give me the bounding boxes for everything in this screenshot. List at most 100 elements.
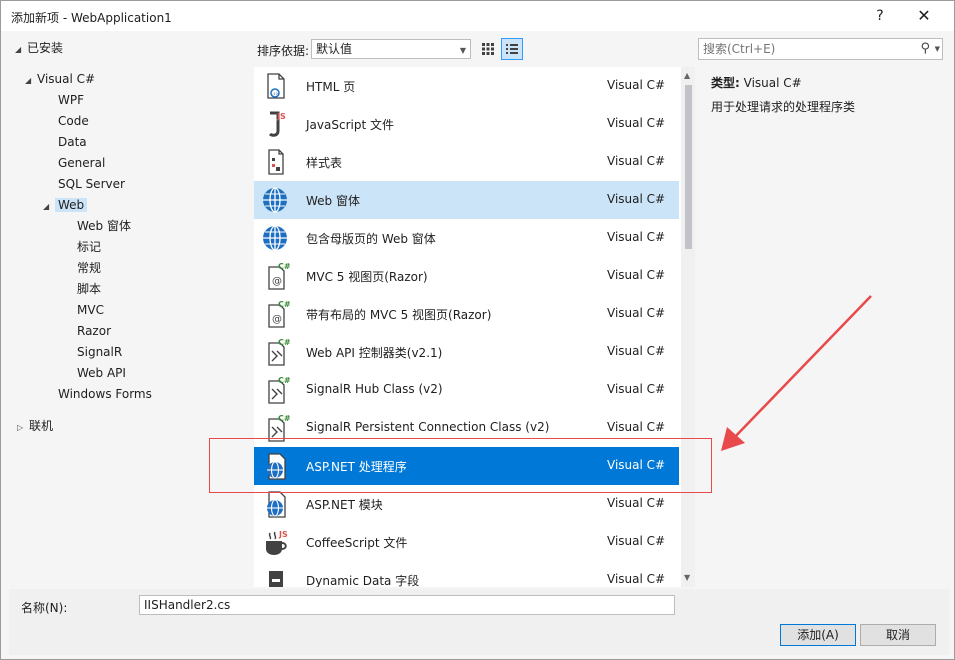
add-new-item-dialog: 添加新项 - WebApplication1 ? ✕ ◢ 已安装 ◢ Visual … (0, 0, 955, 660)
template-item[interactable]: @ C# 带有布局的 MVC 5 视图页(Razor) Visual C# (254, 295, 679, 333)
template-name: MVC 5 视图页(Razor) (306, 270, 428, 284)
template-name: HTML 页 (306, 80, 356, 94)
template-name: 带有布局的 MVC 5 视图页(Razor) (306, 308, 492, 322)
grid-view-icon (482, 43, 494, 55)
search-input[interactable] (699, 39, 899, 59)
tree-node-web-forms[interactable]: Web 窗体 (77, 218, 131, 234)
template-item[interactable]: Dynamic Data 字段 Visual C# (254, 561, 679, 587)
template-item[interactable]: 包含母版页的 Web 窗体 Visual C# (254, 219, 679, 257)
svg-text:C#: C# (278, 300, 290, 309)
search-box[interactable]: ⚲ ▼ (698, 38, 943, 60)
help-button[interactable]: ? (865, 5, 895, 27)
template-name: 包含母版页的 Web 窗体 (306, 232, 436, 246)
svg-text:C#: C# (278, 376, 290, 385)
red-arrow-annotation (721, 295, 872, 451)
template-name: JavaScript 文件 (306, 118, 394, 132)
html-page-icon: ‹› (267, 73, 285, 99)
list-view-button[interactable] (501, 38, 523, 60)
scrollbar-thumb[interactable] (685, 85, 692, 249)
scroll-down-arrow-icon[interactable]: ▼ (684, 573, 690, 582)
close-button[interactable]: ✕ (909, 5, 939, 27)
template-item[interactable]: Web 窗体 Visual C# (254, 181, 679, 219)
template-item[interactable]: JS CoffeeScript 文件 Visual C# (254, 523, 679, 561)
javascript-file-icon: JS (268, 111, 286, 137)
template-language: Visual C# (607, 420, 666, 434)
template-item[interactable]: ‹› HTML 页 Visual C# (254, 67, 679, 105)
svg-text:JS: JS (276, 112, 286, 121)
template-language: Visual C# (607, 496, 666, 510)
tree-node-script[interactable]: 脚本 (77, 281, 101, 297)
dropdown-arrow-icon: ▼ (459, 46, 466, 55)
dialog-title: 添加新项 - WebApplication1 (11, 11, 172, 25)
signalr-hub-icon: C# (268, 376, 290, 404)
template-language: Visual C# (607, 306, 666, 320)
svg-text:JS: JS (278, 530, 288, 539)
template-language: Visual C# (607, 382, 666, 396)
template-name: ASP.NET 模块 (306, 498, 383, 512)
svg-text:@: @ (272, 276, 282, 287)
aspnet-module-icon (267, 491, 286, 518)
tree-node-data[interactable]: Data (58, 134, 87, 150)
svg-text:C#: C# (278, 414, 290, 423)
template-name: SignalR Hub Class (v2) (306, 382, 443, 396)
template-item[interactable]: C# Web API 控制器类(v2.1) Visual C# (254, 333, 679, 371)
tree-node-wpf[interactable]: WPF (58, 92, 84, 108)
tree-node-web[interactable]: ◢ Web (43, 197, 88, 215)
tree-node-mvc[interactable]: MVC (77, 302, 104, 318)
template-language: Visual C# (607, 78, 666, 92)
template-list: ‹› HTML 页 Visual C# JS JavaScript 文件 Vis… (254, 67, 694, 587)
svg-text:C#: C# (278, 338, 290, 347)
template-language: Visual C# (607, 230, 666, 244)
tree-node-code[interactable]: Code (58, 113, 89, 129)
template-name: SignalR Persistent Connection Class (v2) (306, 420, 550, 434)
sort-by-dropdown[interactable]: 默认值 ▼ (311, 39, 471, 59)
list-view-icon (506, 44, 518, 54)
tree-node-installed[interactable]: ◢ 已安装 (15, 40, 63, 58)
template-category-tree: ◢ 已安装 ◢ Visual C# WPF Code Data General SQ… (9, 37, 245, 587)
expanded-triangle-icon[interactable]: ◢ (15, 42, 27, 58)
name-input[interactable]: IISHandler2.cs (139, 595, 675, 615)
svg-text:@: @ (272, 314, 282, 325)
tree-node-general-web[interactable]: 常规 (77, 260, 101, 276)
tree-node-windows-forms[interactable]: Windows Forms (58, 386, 152, 402)
scroll-up-arrow-icon[interactable]: ▲ (684, 71, 690, 80)
coffeescript-file-icon: JS (266, 530, 288, 555)
tree-node-online[interactable]: ▷ 联机 (17, 418, 53, 436)
template-item[interactable]: C# SignalR Hub Class (v2) Visual C# (254, 371, 679, 409)
mvc-layout-view-icon: @ C# (268, 300, 290, 328)
template-item[interactable]: @ C# MVC 5 视图页(Razor) Visual C# (254, 257, 679, 295)
template-name: Web API 控制器类(v2.1) (306, 346, 443, 360)
tree-node-razor[interactable]: Razor (77, 323, 111, 339)
template-item[interactable]: 样式表 Visual C# (254, 143, 679, 181)
tree-node-visual-cs[interactable]: ◢ Visual C# (25, 71, 95, 89)
grid-view-button[interactable] (477, 38, 499, 60)
collapsed-triangle-icon[interactable]: ▷ (17, 420, 29, 436)
template-language: Visual C# (607, 154, 666, 168)
svg-text:C#: C# (278, 262, 290, 271)
add-button[interactable]: 添加(A) (780, 624, 856, 646)
sort-by-label: 排序依据: (257, 44, 310, 58)
search-dropdown-icon[interactable]: ▼ (935, 45, 940, 53)
template-language: Visual C# (607, 572, 666, 586)
cancel-button[interactable]: 取消 (860, 624, 936, 646)
template-description: 用于处理请求的处理程序类 (711, 100, 856, 114)
tree-node-sql-server[interactable]: SQL Server (58, 176, 125, 192)
template-type: 类型: Visual C# (711, 76, 802, 90)
web-form-icon (263, 187, 287, 213)
tree-node-general[interactable]: General (58, 155, 105, 171)
tree-node-signalr[interactable]: SignalR (77, 344, 122, 360)
expanded-triangle-icon[interactable]: ◢ (25, 73, 37, 89)
tree-node-web-api[interactable]: Web API (77, 365, 126, 381)
template-language: Visual C# (607, 344, 666, 358)
template-language: Visual C# (607, 534, 666, 548)
template-name: 样式表 (306, 156, 343, 170)
tree-node-markup[interactable]: 标记 (77, 239, 101, 255)
web-form-master-icon (263, 225, 287, 251)
template-name: Web 窗体 (306, 194, 360, 208)
expanded-triangle-icon[interactable]: ◢ (43, 199, 55, 215)
web-api-controller-icon: C# (268, 338, 290, 366)
template-name: CoffeeScript 文件 (306, 536, 408, 550)
search-icon[interactable]: ⚲ (920, 41, 930, 56)
mvc-view-icon: @ C# (268, 262, 290, 290)
template-item[interactable]: JS JavaScript 文件 Visual C# (254, 105, 679, 143)
